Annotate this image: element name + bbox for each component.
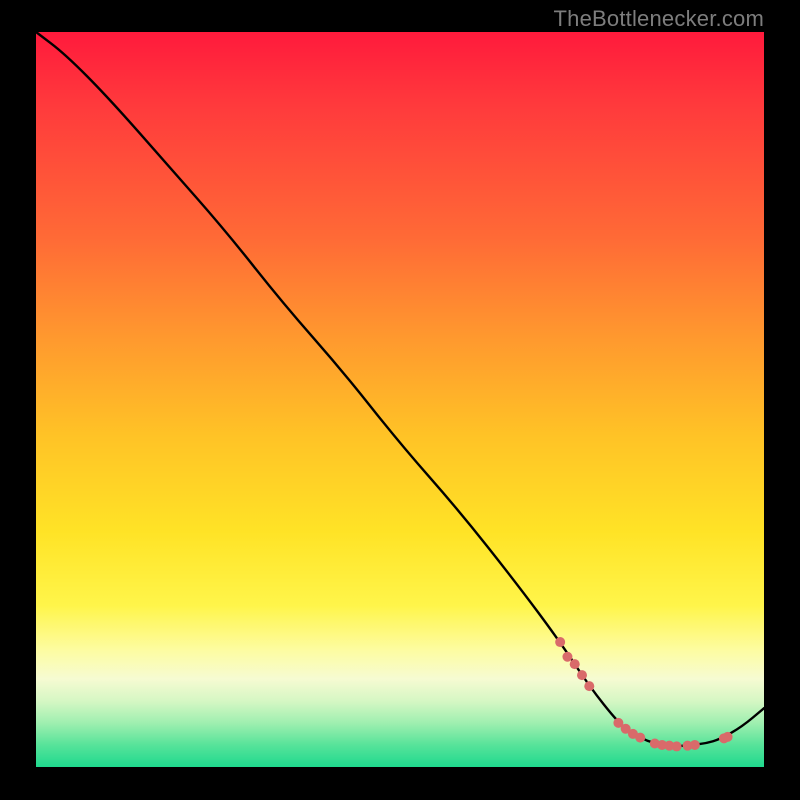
marker-dot	[577, 670, 587, 680]
curve-markers	[555, 637, 732, 751]
marker-dot	[555, 637, 565, 647]
marker-dot	[570, 659, 580, 669]
chart-stage: TheBottlenecker.com	[0, 0, 800, 800]
bottleneck-curve	[36, 32, 764, 746]
plot-area	[36, 32, 764, 767]
marker-dot	[723, 732, 733, 742]
watermark-text: TheBottlenecker.com	[554, 6, 764, 32]
marker-dot	[690, 740, 700, 750]
curve-layer	[36, 32, 764, 767]
marker-dot	[562, 652, 572, 662]
marker-dot	[635, 733, 645, 743]
marker-dot	[672, 741, 682, 751]
marker-dot	[584, 681, 594, 691]
